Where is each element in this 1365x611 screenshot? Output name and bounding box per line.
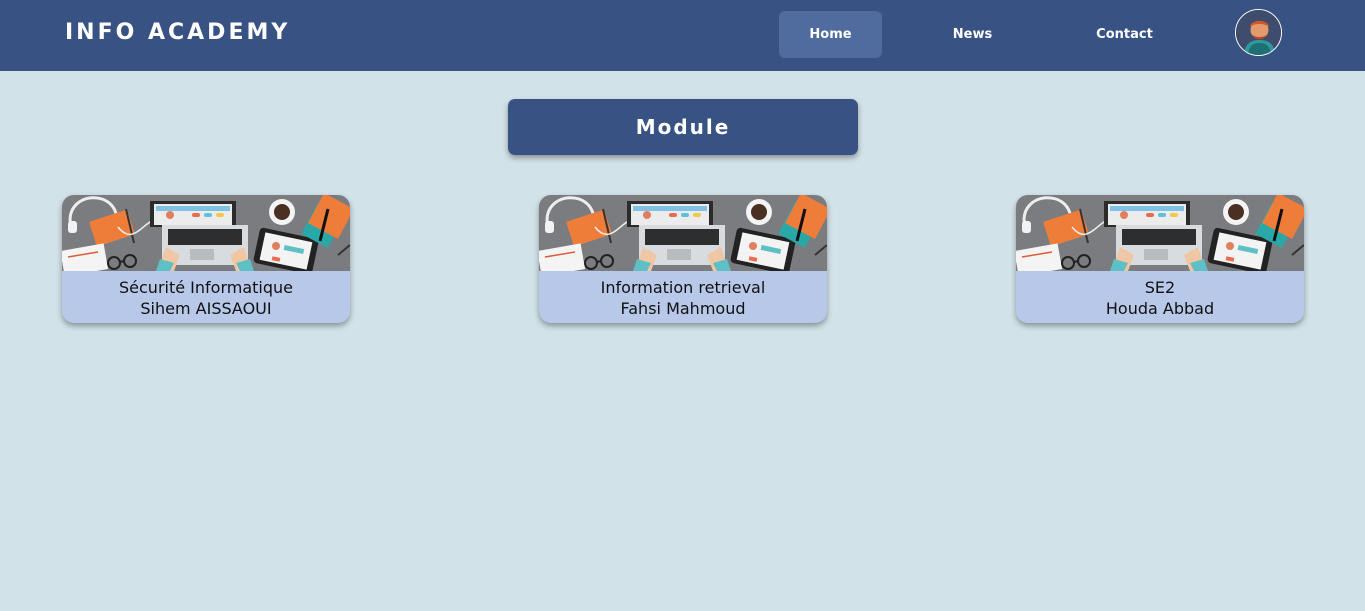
module-name: Information retrieval <box>600 278 766 297</box>
brand-title: INFO ACADEMY <box>65 20 291 45</box>
module-teacher: Houda Abbad <box>1105 299 1215 318</box>
top-navbar: INFO ACADEMY Home News Contact <box>0 0 1365 71</box>
user-avatar[interactable] <box>1235 9 1282 56</box>
module-card[interactable]: SE2 Houda Abbad <box>1016 195 1304 323</box>
module-card[interactable]: Information retrieval Fahsi Mahmoud <box>539 195 827 323</box>
nav-home-link[interactable]: Home <box>779 11 882 58</box>
module-name: Sécurité Informatique <box>119 278 293 297</box>
module-cover-image <box>62 195 350 271</box>
module-cover-image <box>1016 195 1304 271</box>
module-card-body: Sécurité Informatique Sihem AISSAOUI <box>62 271 350 323</box>
module-teacher: Sihem AISSAOUI <box>140 299 272 318</box>
nav-contact-link[interactable]: Contact <box>1073 11 1176 58</box>
module-card[interactable]: Sécurité Informatique Sihem AISSAOUI <box>62 195 350 323</box>
module-teacher: Fahsi Mahmoud <box>620 299 746 318</box>
avatar-person-icon <box>1236 10 1281 55</box>
module-cover-image <box>539 195 827 271</box>
module-card-body: SE2 Houda Abbad <box>1016 271 1304 323</box>
module-name: SE2 <box>1144 278 1176 297</box>
module-card-body: Information retrieval Fahsi Mahmoud <box>539 271 827 323</box>
nav-news-link[interactable]: News <box>921 11 1024 58</box>
module-section-title: Module <box>508 99 858 155</box>
